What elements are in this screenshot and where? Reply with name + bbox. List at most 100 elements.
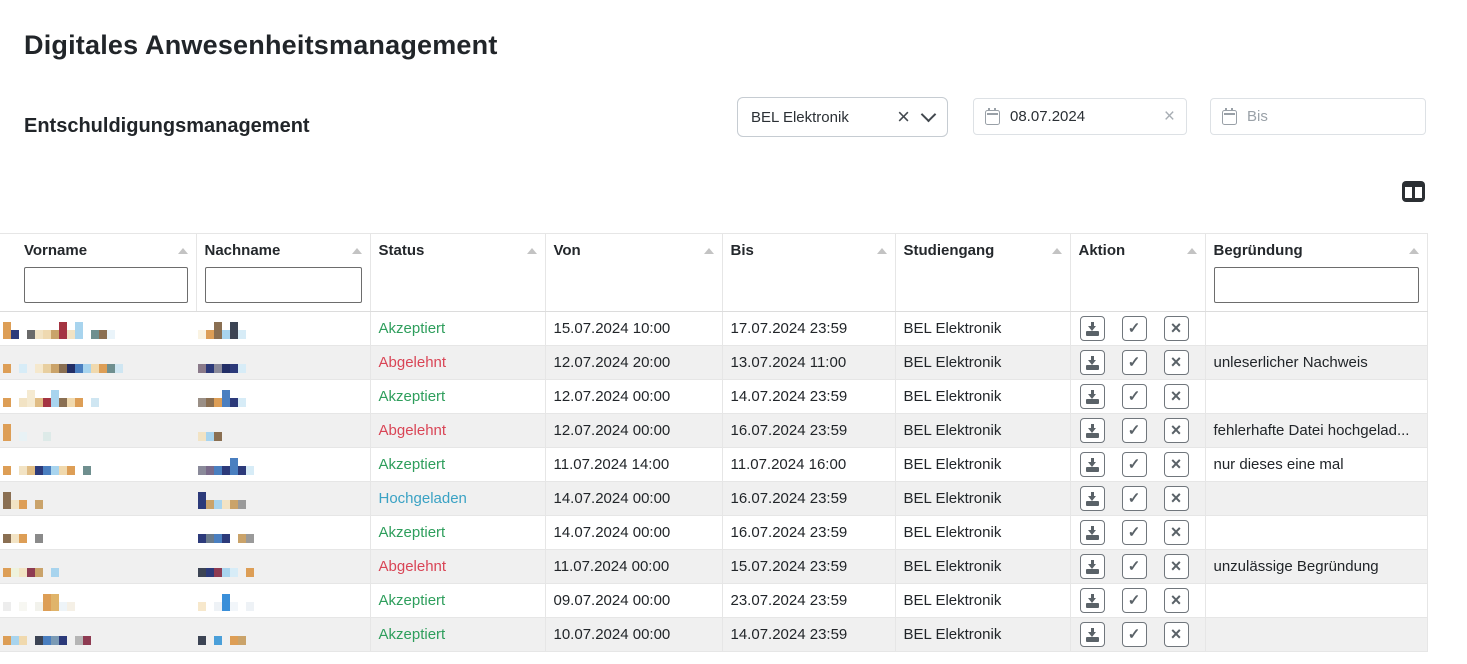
download-button[interactable] xyxy=(1080,622,1105,647)
accept-button[interactable]: ✓ xyxy=(1122,622,1147,647)
sort-icon[interactable] xyxy=(704,248,714,254)
download-button[interactable] xyxy=(1080,520,1105,545)
course-select[interactable]: BEL Elektronik × xyxy=(737,97,948,137)
table-row: Abgelehnt12.07.2024 00:0016.07.2024 23:5… xyxy=(0,414,1427,448)
reject-button[interactable]: × xyxy=(1164,384,1189,409)
nachname-cell xyxy=(196,448,370,482)
page-title: Digitales Anwesenheitsmanagement xyxy=(24,30,498,61)
vorname-cell xyxy=(0,346,196,380)
date-to-input[interactable]: Bis xyxy=(1210,98,1426,135)
begruendung-filter-input[interactable] xyxy=(1214,267,1419,303)
calendar-icon xyxy=(985,110,1000,125)
column-header-aktion[interactable]: Aktion xyxy=(1070,234,1205,312)
accept-button[interactable]: ✓ xyxy=(1122,384,1147,409)
sort-icon[interactable] xyxy=(178,248,188,254)
vorname-cell xyxy=(0,584,196,618)
bis-cell: 11.07.2024 16:00 xyxy=(722,448,895,482)
begruendung-cell: fehlerhafte Datei hochgelad... xyxy=(1205,414,1427,448)
close-icon: × xyxy=(1171,591,1182,609)
column-label: Begründung xyxy=(1214,242,1303,259)
reject-button[interactable]: × xyxy=(1164,554,1189,579)
close-icon: × xyxy=(1171,455,1182,473)
download-icon xyxy=(1086,390,1099,404)
vorname-cell xyxy=(0,380,196,414)
clear-date-from-icon[interactable]: × xyxy=(1164,107,1175,126)
download-button[interactable] xyxy=(1080,418,1105,443)
column-label: Status xyxy=(379,242,425,259)
redacted-name-blocks xyxy=(198,319,362,339)
begruendung-cell xyxy=(1205,482,1427,516)
column-header-status[interactable]: Status xyxy=(370,234,545,312)
table-row: Akzeptiert09.07.2024 00:0023.07.2024 23:… xyxy=(0,584,1427,618)
studiengang-cell: BEL Elektronik xyxy=(895,550,1070,584)
accept-button[interactable]: ✓ xyxy=(1122,520,1147,545)
von-cell: 10.07.2024 00:00 xyxy=(545,618,722,652)
redacted-name-blocks xyxy=(198,591,362,611)
begruendung-cell: unleserlicher Nachweis xyxy=(1205,346,1427,380)
sort-icon[interactable] xyxy=(527,248,537,254)
sort-icon[interactable] xyxy=(1409,248,1419,254)
bis-cell: 15.07.2024 23:59 xyxy=(722,550,895,584)
status-cell: Abgelehnt xyxy=(370,346,545,380)
aktion-cell: ✓× xyxy=(1070,380,1205,414)
sort-icon[interactable] xyxy=(1052,248,1062,254)
von-cell: 14.07.2024 00:00 xyxy=(545,482,722,516)
date-from-input[interactable]: 08.07.2024 × xyxy=(973,98,1187,135)
accept-button[interactable]: ✓ xyxy=(1122,554,1147,579)
column-label: Aktion xyxy=(1079,242,1126,259)
aktion-cell: ✓× xyxy=(1070,346,1205,380)
begruendung-cell xyxy=(1205,516,1427,550)
accept-button[interactable]: ✓ xyxy=(1122,452,1147,477)
download-button[interactable] xyxy=(1080,554,1105,579)
accept-button[interactable]: ✓ xyxy=(1122,316,1147,341)
column-header-begruendung[interactable]: Begründung xyxy=(1205,234,1427,312)
download-button[interactable] xyxy=(1080,486,1105,511)
clear-course-icon[interactable]: × xyxy=(897,106,910,128)
table-row: Abgelehnt11.07.2024 00:0015.07.2024 23:5… xyxy=(0,550,1427,584)
download-icon xyxy=(1086,526,1099,540)
accept-button[interactable]: ✓ xyxy=(1122,350,1147,375)
download-button[interactable] xyxy=(1080,384,1105,409)
download-icon xyxy=(1086,628,1099,642)
studiengang-cell: BEL Elektronik xyxy=(895,584,1070,618)
chevron-down-icon[interactable] xyxy=(921,107,937,123)
column-header-vorname[interactable]: Vorname xyxy=(0,234,196,312)
sort-icon[interactable] xyxy=(877,248,887,254)
aktion-cell: ✓× xyxy=(1070,414,1205,448)
vorname-filter-input[interactable] xyxy=(24,267,188,303)
reject-button[interactable]: × xyxy=(1164,588,1189,613)
excuse-table: Vorname Nachname Status Von Bis Studieng… xyxy=(0,233,1428,652)
begruendung-cell xyxy=(1205,618,1427,652)
reject-button[interactable]: × xyxy=(1164,418,1189,443)
accept-button[interactable]: ✓ xyxy=(1122,588,1147,613)
von-cell: 12.07.2024 00:00 xyxy=(545,380,722,414)
column-header-studiengang[interactable]: Studiengang xyxy=(895,234,1070,312)
nachname-cell xyxy=(196,380,370,414)
course-select-value: BEL Elektronik xyxy=(751,109,897,126)
column-chooser-icon[interactable] xyxy=(1402,181,1425,202)
sort-icon[interactable] xyxy=(352,248,362,254)
nachname-filter-input[interactable] xyxy=(205,267,362,303)
von-cell: 12.07.2024 20:00 xyxy=(545,346,722,380)
column-header-bis[interactable]: Bis xyxy=(722,234,895,312)
status-cell: Akzeptiert xyxy=(370,312,545,346)
column-header-von[interactable]: Von xyxy=(545,234,722,312)
download-button[interactable] xyxy=(1080,350,1105,375)
reject-button[interactable]: × xyxy=(1164,316,1189,341)
accept-button[interactable]: ✓ xyxy=(1122,486,1147,511)
download-button[interactable] xyxy=(1080,452,1105,477)
reject-button[interactable]: × xyxy=(1164,486,1189,511)
accept-button[interactable]: ✓ xyxy=(1122,418,1147,443)
reject-button[interactable]: × xyxy=(1164,622,1189,647)
table-row: Akzeptiert11.07.2024 14:0011.07.2024 16:… xyxy=(0,448,1427,482)
status-cell: Akzeptiert xyxy=(370,584,545,618)
download-button[interactable] xyxy=(1080,588,1105,613)
studiengang-cell: BEL Elektronik xyxy=(895,346,1070,380)
download-button[interactable] xyxy=(1080,316,1105,341)
reject-button[interactable]: × xyxy=(1164,452,1189,477)
reject-button[interactable]: × xyxy=(1164,520,1189,545)
column-header-nachname[interactable]: Nachname xyxy=(196,234,370,312)
begruendung-cell xyxy=(1205,312,1427,346)
sort-icon[interactable] xyxy=(1187,248,1197,254)
reject-button[interactable]: × xyxy=(1164,350,1189,375)
